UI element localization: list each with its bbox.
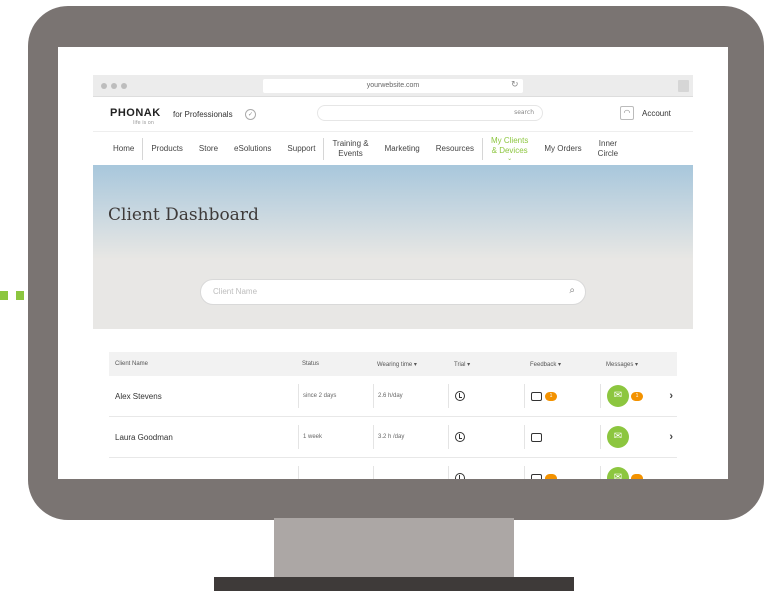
feedback-cell[interactable]: 1 [524,384,600,408]
monitor-base [214,577,574,591]
feedback-cell[interactable] [524,425,600,449]
nav-item-my-orders[interactable]: My Orders [536,144,589,154]
window-close-dot[interactable] [101,83,107,89]
nav-item-resources[interactable]: Resources [428,144,482,154]
status-cell [298,466,373,479]
table-header-row: Client Name Status Wearing time ▾ Trial … [109,352,677,376]
sidebar-toggle-button[interactable] [678,80,689,92]
decoration-dot [16,291,24,300]
check-circle-icon: ✓ [245,109,256,120]
search-icon[interactable]: ⌕ [569,285,575,296]
nav-item-home[interactable]: Home [105,144,142,154]
clock-icon [455,473,465,479]
messages-cell[interactable]: ✉ [600,425,677,449]
nav-item-esolutions[interactable]: eSolutions [226,144,279,154]
chat-icon[interactable]: ✉ [607,385,629,407]
messages-cell[interactable]: ✉ [600,466,677,479]
wearing-time-cell: 3.2 h /day [373,425,448,449]
nav-item-store[interactable]: Store [191,144,226,154]
nav-item-my-clients-label: My Clients & Devices [490,135,529,155]
client-table: Client Name Status Wearing time ▾ Trial … [109,352,677,479]
trial-cell [448,425,524,449]
chat-icon[interactable]: ✉ [607,467,629,479]
clock-icon [455,391,465,401]
feedback-cell[interactable] [524,466,600,479]
nav-item-my-clients-devices[interactable]: My Clients & Devices ⌄ [483,136,536,162]
site-search-placeholder: search [514,109,534,116]
client-search-placeholder: Client Name [213,287,258,296]
hero-banner: Client Dashboard [93,165,693,259]
feedback-count-badge: 1 [545,391,557,401]
trial-cell [448,466,524,479]
phonak-logo[interactable]: PHONAK [110,107,161,119]
col-header-trial[interactable]: Trial ▾ [448,361,524,368]
nav-item-products[interactable]: Products [143,144,191,154]
window-zoom-dot[interactable] [121,83,127,89]
chevron-right-icon[interactable]: › [669,390,673,402]
window-minimize-dot[interactable] [111,83,117,89]
main-nav: Home Products Store eSolutions Support T… [93,131,693,165]
feedback-icon [531,432,542,442]
nav-item-inner-circle[interactable]: Inner Circle [590,139,626,159]
table-row[interactable]: ✉ [109,458,677,479]
client-name-cell: Laura Goodman [115,432,173,442]
messages-cell[interactable]: ✉ 1 [600,384,677,408]
table-row[interactable]: Laura Goodman 1 week 3.2 h /day ✉ › [109,417,677,458]
client-search-input[interactable]: Client Name ⌕ [200,279,586,305]
col-header-status[interactable]: Status [298,361,373,367]
messages-count-badge: 1 [631,391,643,401]
page-title: Client Dashboard [108,205,259,225]
col-header-client-name[interactable]: Client Name [109,361,298,367]
chevron-right-icon[interactable]: › [669,431,673,443]
chevron-down-icon: ⌄ [507,155,513,162]
monitor-screen: yourwebsite.com ↻ PHONAK life is on for … [58,47,728,479]
user-icon[interactable]: ◠ [620,106,634,120]
status-cell: 1 week [298,425,373,449]
decoration-dot [0,291,8,300]
messages-count-badge [631,473,643,479]
reload-icon[interactable]: ↻ [511,78,519,92]
feedback-icon [531,391,542,401]
wearing-time-cell: 2.6 h/day [373,384,448,408]
col-header-feedback[interactable]: Feedback ▾ [524,361,600,368]
nav-item-training-events[interactable]: Training & Events [324,139,376,159]
account-link[interactable]: Account [642,109,671,118]
monitor-neck [274,518,514,578]
clock-icon [455,432,465,442]
address-bar[interactable]: yourwebsite.com [263,79,523,93]
chat-icon[interactable]: ✉ [607,426,629,448]
logo-tagline: life is on [133,120,155,126]
nav-item-marketing[interactable]: Marketing [377,144,428,154]
client-name-cell: Alex Stevens [115,391,162,401]
stage: yourwebsite.com ↻ PHONAK life is on for … [0,0,771,591]
web-page: PHONAK life is on for Professionals ✓ se… [93,97,693,479]
table-row[interactable]: Alex Stevens since 2 days 2.6 h/day 1 ✉ … [109,376,677,417]
status-cell: since 2 days [298,384,373,408]
trial-cell [448,384,524,408]
wearing-time-cell [373,466,448,479]
site-search-input[interactable]: search [317,105,543,121]
feedback-count-badge [545,473,557,479]
client-search-section: Client Name ⌕ [93,259,693,329]
col-header-wearing-time[interactable]: Wearing time ▾ [373,361,448,368]
feedback-icon [531,473,542,479]
browser-titlebar: yourwebsite.com ↻ [93,75,693,97]
professionals-label: for Professionals [173,110,233,119]
nav-item-support[interactable]: Support [279,144,323,154]
col-header-messages[interactable]: Messages ▾ [600,361,677,368]
